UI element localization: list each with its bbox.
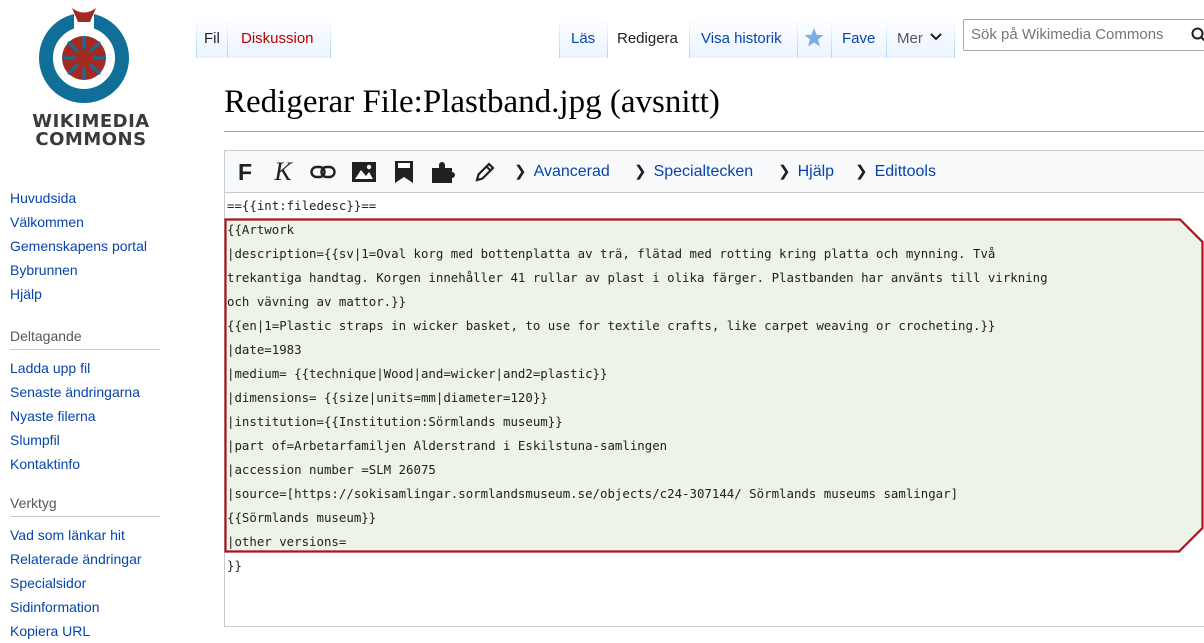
watch-star-icon[interactable] <box>804 18 824 58</box>
sidebar-link-copy-url[interactable]: Kopiera URL <box>10 619 170 643</box>
tab-fave[interactable]: Fave <box>842 18 875 58</box>
chevron-right-icon: ❯ <box>514 163 527 180</box>
sidebar-link-huvudsida[interactable]: Huvudsida <box>10 186 170 210</box>
sidebar-link-valkommen[interactable]: Välkommen <box>10 210 170 234</box>
sidebar-link-upload[interactable]: Ladda upp fil <box>10 356 170 380</box>
code-line: trekantiga handtag. Korgen innehåller 41… <box>227 266 1048 290</box>
code-line: |date=1983 <box>227 338 1048 362</box>
tab-las[interactable]: Läs <box>571 18 595 58</box>
title-divider <box>224 131 1204 132</box>
toolbar-edittools[interactable]: ❯ Edittools <box>855 162 936 181</box>
code-line: =={{int:filedesc}}== <box>227 194 1048 218</box>
sidebar-link-related-changes[interactable]: Relaterade ändringar <box>10 547 170 571</box>
sidebar-link-what-links-here[interactable]: Vad som länkar hit <box>10 523 170 547</box>
search-field <box>963 19 1204 51</box>
search-input[interactable] <box>971 26 1176 43</box>
tab-visa-historik[interactable]: Visa historik <box>701 18 782 58</box>
code-line: |part of=Arbetarfamiljen Alderstrand i E… <box>227 434 1048 458</box>
sidebar-link-special-pages[interactable]: Specialsidor <box>10 571 170 595</box>
sidebar-link-hjalp[interactable]: Hjälp <box>10 282 170 306</box>
page-title: Redigerar File:Plastband.jpg (avsnitt) <box>224 84 720 121</box>
sidebar: WIKIMEDIA COMMONS Huvudsida Välkommen Ge… <box>0 0 196 627</box>
italic-button[interactable]: K <box>273 159 293 185</box>
toolbar-edittools-label: Edittools <box>875 163 936 180</box>
puzzle-icon[interactable] <box>431 159 457 185</box>
code-line: |dimensions= {{size|units=mm|diameter=12… <box>227 386 1048 410</box>
code-line: |accession number =SLM 26075 <box>227 458 1048 482</box>
chevron-right-icon: ❯ <box>634 163 647 180</box>
code-line: |source=[https://sokisamlingar.sormlands… <box>227 482 1048 506</box>
toolbar-hjalp[interactable]: ❯ Hjälp <box>778 162 834 181</box>
nav-heading-verktyg: Verktyg <box>10 495 160 517</box>
editor-toolbar: F K ❯ Avancerad ❯ Specialtecken ❯ Hjälp ❯ Ed… <box>225 151 1204 193</box>
bold-button[interactable]: F <box>235 159 255 185</box>
nav-main: Huvudsida Välkommen Gemenskapens portal … <box>10 186 170 306</box>
tab-diskussion[interactable]: Diskussion <box>241 18 314 58</box>
code-line: |description={{sv|1=Oval korg med botten… <box>227 242 1048 266</box>
tab-redigera[interactable]: Redigera <box>617 18 678 58</box>
code-line: }} <box>227 554 1048 578</box>
toolbar-avancerad[interactable]: ❯ Avancerad <box>514 162 610 181</box>
pencil-icon[interactable] <box>473 159 497 185</box>
link-icon[interactable] <box>309 159 337 185</box>
nav-heading-deltagande: Deltagande <box>10 328 160 350</box>
tab-fil[interactable]: Fil <box>204 18 220 58</box>
toolbar-avancerad-label: Avancerad <box>534 163 610 180</box>
code-line: {{en|1=Plastic straps in wicker basket, … <box>227 314 1048 338</box>
chevron-right-icon: ❯ <box>778 163 791 180</box>
tab-mer[interactable]: Mer <box>897 18 943 58</box>
sidebar-link-portal[interactable]: Gemenskapens portal <box>10 234 170 258</box>
nav-tools: Verktyg Vad som länkar hit Relaterade än… <box>10 495 170 643</box>
wikitext-content[interactable]: =={{int:filedesc}}== {{Artwork |descript… <box>227 194 1048 578</box>
chevron-right-icon: ❯ <box>855 163 868 180</box>
tab-mer-label: Mer <box>897 30 923 47</box>
code-line: |institution={{Institution:Sörmlands mus… <box>227 410 1048 434</box>
sidebar-link-random-file[interactable]: Slumpfil <box>10 428 170 452</box>
code-line: |other versions= <box>227 530 1048 554</box>
sidebar-link-contact[interactable]: Kontaktinfo <box>10 452 170 476</box>
reference-icon[interactable] <box>393 159 415 185</box>
code-line: {{Sörmlands museum}} <box>227 506 1048 530</box>
sidebar-link-new-files[interactable]: Nyaste filerna <box>10 404 170 428</box>
wordmark-line-2: COMMONS <box>16 131 166 149</box>
sidebar-link-bybrunnen[interactable]: Bybrunnen <box>10 258 170 282</box>
chevron-down-icon <box>929 32 943 42</box>
sidebar-link-page-info[interactable]: Sidinformation <box>10 595 170 619</box>
image-icon[interactable] <box>351 159 377 185</box>
toolbar-specialtecken[interactable]: ❯ Specialtecken <box>634 162 753 181</box>
toolbar-hjalp-label: Hjälp <box>798 163 834 180</box>
toolbar-specialtecken-label: Specialtecken <box>654 163 754 180</box>
nav-participate: Deltagande Ladda upp fil Senaste ändring… <box>10 328 170 476</box>
code-line: {{Artwork <box>227 218 1048 242</box>
code-line: och vävning av mattor.}} <box>227 290 1048 314</box>
code-line: |medium= {{technique|Wood|and=wicker|and… <box>227 362 1048 386</box>
wordmark: WIKIMEDIA COMMONS <box>16 113 166 149</box>
sidebar-link-recent-changes[interactable]: Senaste ändringarna <box>10 380 170 404</box>
search-icon[interactable] <box>1191 27 1204 43</box>
